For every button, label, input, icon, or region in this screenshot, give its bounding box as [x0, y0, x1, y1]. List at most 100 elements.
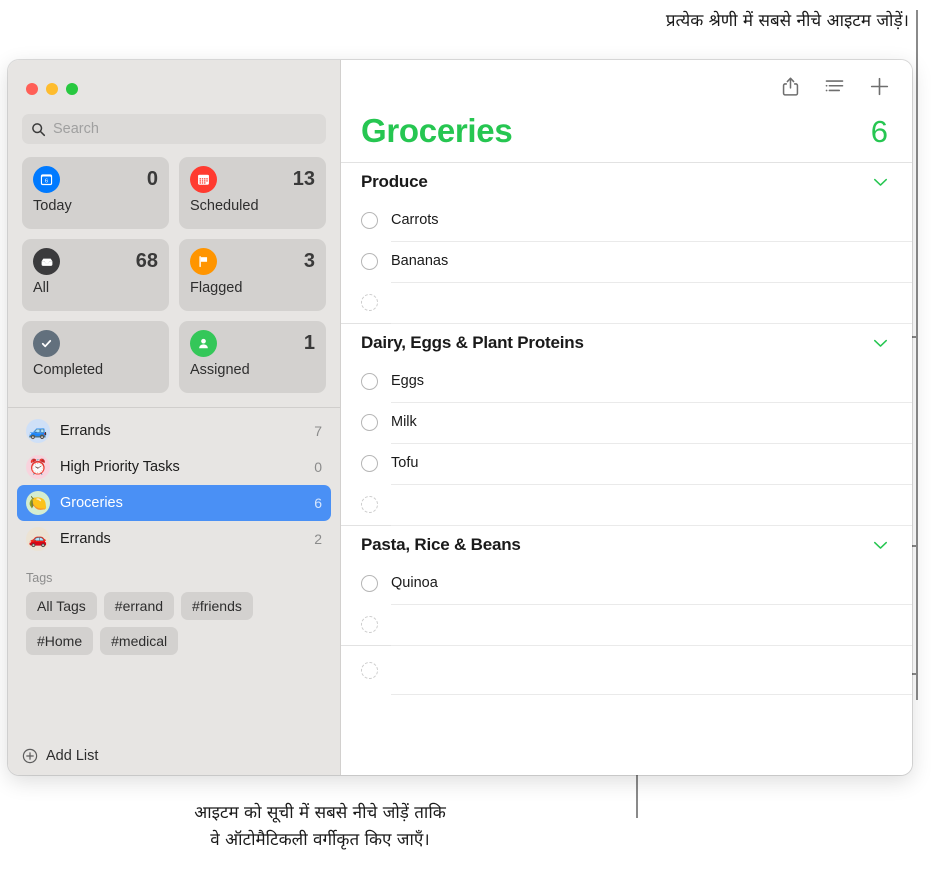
task-row[interactable]: Carrots [341, 200, 912, 242]
smart-list-label: All [33, 280, 50, 296]
list-count: 7 [314, 423, 322, 439]
task-title[interactable]: Milk [391, 402, 912, 444]
task-checkbox[interactable] [361, 373, 378, 390]
close-window-button[interactable] [26, 83, 38, 95]
task-title[interactable]: Carrots [391, 200, 912, 242]
lemon-icon: 🍋 [26, 491, 50, 515]
add-reminder-icon[interactable] [869, 76, 890, 97]
toolbar [341, 60, 912, 112]
callout-top-text: प्रत्येक श्रेणी में सबसे नीचे आइटम जोड़े… [665, 11, 909, 31]
flag-icon [190, 248, 217, 275]
section-header[interactable]: Produce [341, 163, 912, 200]
list-total-count: 6 [870, 114, 888, 149]
new-task-input[interactable] [391, 282, 912, 324]
smart-list-assigned[interactable]: 1 Assigned [179, 321, 326, 393]
sidebar-list-groceries[interactable]: 🍋 Groceries 6 [17, 485, 331, 521]
tag-errand[interactable]: #errand [103, 592, 175, 620]
smart-list-completed[interactable]: Completed [22, 321, 169, 393]
new-task-checkbox[interactable] [361, 496, 378, 513]
maximize-window-button[interactable] [66, 83, 78, 95]
callout-bottom-line2: वे ऑटोमैटिकली वर्गीकृत किए जाएँ। [210, 830, 430, 850]
calendar-day-icon: 6 [33, 166, 60, 193]
list-label: High Priority Tasks [60, 459, 180, 475]
tags-list: All Tags #errand #friends #Home #medical [26, 592, 322, 655]
section-pasta-rice-beans: Pasta, Rice & Beans Quinoa [341, 525, 912, 646]
smart-list-count: 68 [135, 250, 158, 272]
smart-list-all[interactable]: 68 All [22, 239, 169, 311]
task-row[interactable]: Milk [341, 402, 912, 444]
tag-all-tags[interactable]: All Tags [26, 592, 97, 620]
task-checkbox[interactable] [361, 455, 378, 472]
window-controls [8, 60, 340, 95]
sidebar: Search 6 0 Today 13 Scheduled 68 All 3 F… [8, 60, 341, 775]
task-title[interactable]: Tofu [391, 443, 912, 485]
car-icon: 🚗 [26, 527, 50, 551]
sidebar-list-errands-2[interactable]: 🚗 Errands 2 [17, 521, 331, 557]
list-label: Errands [60, 423, 111, 439]
minimize-window-button[interactable] [46, 83, 58, 95]
section-produce: Produce Carrots Bananas [341, 162, 912, 324]
task-checkbox[interactable] [361, 575, 378, 592]
section-title: Dairy, Eggs & Plant Proteins [361, 333, 584, 352]
list-label: Groceries [60, 495, 123, 511]
alarm-clock-icon: ⏰ [26, 455, 50, 479]
new-task-input[interactable] [391, 646, 912, 695]
list-count: 0 [314, 459, 322, 475]
task-row[interactable]: Quinoa [341, 563, 912, 605]
list-label: Errands [60, 531, 111, 547]
task-row[interactable]: Bananas [341, 241, 912, 283]
task-row[interactable]: Tofu [341, 443, 912, 485]
person-icon [190, 330, 217, 357]
tag-friends[interactable]: #friends [181, 592, 253, 620]
section-header[interactable]: Pasta, Rice & Beans [341, 526, 912, 563]
section-title: Pasta, Rice & Beans [361, 535, 521, 554]
new-task-input[interactable] [391, 604, 912, 646]
smart-list-scheduled[interactable]: 13 Scheduled [179, 157, 326, 229]
checkmark-icon [33, 330, 60, 357]
new-task-checkbox[interactable] [361, 294, 378, 311]
inbox-tray-icon [33, 248, 60, 275]
new-task-row[interactable] [341, 604, 912, 646]
task-title[interactable]: Eggs [391, 361, 912, 403]
smart-list-label: Scheduled [190, 198, 259, 214]
share-icon[interactable] [781, 76, 800, 97]
sidebar-list-high-priority-tasks[interactable]: ⏰ High Priority Tasks 0 [17, 449, 331, 485]
section-title: Produce [361, 172, 428, 191]
task-row[interactable]: Eggs [341, 361, 912, 403]
page-title: Groceries [361, 112, 513, 149]
tag-home[interactable]: #Home [26, 627, 94, 655]
plus-circle-icon [22, 748, 38, 764]
chevron-down-icon[interactable] [873, 175, 888, 190]
task-title[interactable]: Bananas [391, 241, 912, 283]
add-list-button[interactable]: Add List [8, 737, 340, 775]
smart-list-count: 1 [303, 332, 315, 354]
task-title[interactable]: Quinoa [391, 563, 912, 605]
smart-list-label: Completed [33, 362, 104, 378]
new-task-row[interactable] [341, 646, 912, 695]
smart-list-flagged[interactable]: 3 Flagged [179, 239, 326, 311]
new-task-checkbox[interactable] [361, 661, 378, 679]
tags-heading: Tags [26, 571, 53, 585]
sidebar-list-errands-1[interactable]: 🚙 Errands 7 [17, 413, 331, 449]
smart-list-today[interactable]: 6 0 Today [22, 157, 169, 229]
list-count: 2 [314, 531, 322, 547]
new-task-row[interactable] [341, 282, 912, 324]
smart-list-label: Flagged [190, 280, 243, 296]
sort-list-icon[interactable] [824, 78, 845, 95]
callout-bottom-line1: आइटम को सूची में सबसे नीचे जोड़ें ताकि [194, 803, 446, 823]
chevron-down-icon[interactable] [873, 538, 888, 553]
search-icon [31, 122, 46, 137]
search-input[interactable]: Search [22, 114, 326, 144]
tag-medical[interactable]: #medical [100, 627, 179, 655]
new-task-input[interactable] [391, 484, 912, 526]
new-task-checkbox[interactable] [361, 616, 378, 633]
reminders-window: Search 6 0 Today 13 Scheduled 68 All 3 F… [8, 60, 912, 775]
task-checkbox[interactable] [361, 414, 378, 431]
section-header[interactable]: Dairy, Eggs & Plant Proteins [341, 324, 912, 361]
task-checkbox[interactable] [361, 212, 378, 229]
add-list-label: Add List [46, 748, 99, 764]
chevron-down-icon[interactable] [873, 336, 888, 351]
task-checkbox[interactable] [361, 253, 378, 270]
new-task-row[interactable] [341, 484, 912, 526]
main-pane: Groceries 6 Produce Carrots Bananas Dair… [341, 60, 912, 775]
